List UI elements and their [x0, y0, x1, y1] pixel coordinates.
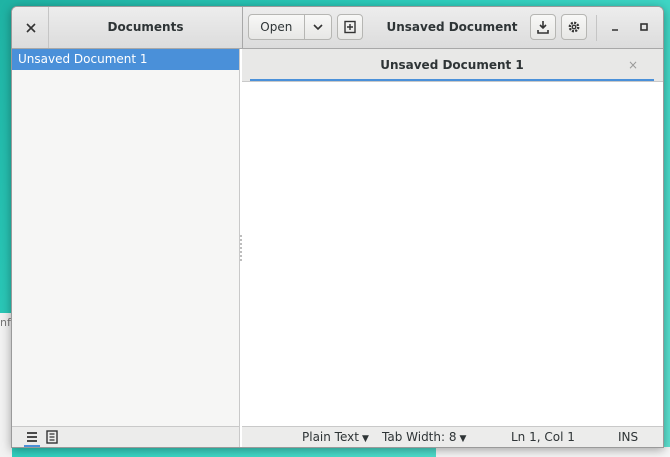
open-button[interactable]: Open — [249, 20, 304, 34]
list-icon — [27, 432, 37, 442]
minimize-icon — [612, 29, 618, 31]
document-preview-icon — [46, 430, 58, 444]
gedit-window: Documents Open Unsaved Document 1 — [11, 6, 664, 448]
sidebar-header: Documents — [12, 7, 243, 48]
new-document-icon — [344, 20, 356, 34]
documents-sidebar: Unsaved Document 1 — [12, 49, 240, 447]
preview-view-button[interactable] — [44, 429, 60, 445]
tab-label: Unsaved Document 1 — [380, 58, 524, 72]
chevron-down-icon: ▼ — [361, 434, 369, 444]
sidebar-title: Documents — [107, 20, 184, 34]
maximize-icon — [640, 23, 648, 31]
sidebar-footer — [12, 426, 239, 447]
headerbar: Documents Open Unsaved Document 1 — [12, 7, 663, 75]
background-text-fragment: nf — [0, 316, 11, 329]
tab-unsaved-document-1[interactable]: Unsaved Document 1 × — [250, 53, 654, 81]
settings-button[interactable] — [561, 14, 587, 40]
close-icon — [26, 23, 36, 33]
new-document-button[interactable] — [337, 14, 363, 40]
open-button-group: Open — [248, 14, 332, 40]
tab-width-label: Tab Width: 8 — [382, 430, 457, 444]
language-label: Plain Text — [302, 430, 359, 444]
insert-mode-indicator: INS — [618, 430, 639, 444]
cursor-position: Ln 1, Col 1 — [511, 430, 575, 444]
save-button[interactable] — [530, 14, 556, 40]
close-sidebar-button[interactable] — [19, 16, 43, 40]
tab-close-icon[interactable]: × — [628, 53, 638, 77]
document-title: Unsaved Document 1 — [386, 20, 518, 75]
language-selector[interactable]: Plain Text ▼ — [302, 427, 369, 447]
chevron-down-icon — [313, 23, 323, 30]
maximize-button[interactable] — [633, 16, 655, 38]
editor-area: Unsaved Document 1 × Plain Text ▼ Tab Wid… — [242, 49, 663, 447]
window-controls-separator — [596, 15, 597, 41]
tab-bar: Unsaved Document 1 × — [242, 49, 663, 82]
save-icon — [537, 21, 549, 34]
list-view-button[interactable] — [24, 429, 40, 447]
minimize-button[interactable] — [604, 16, 626, 38]
gear-icon — [568, 21, 580, 33]
tab-width-selector[interactable]: Tab Width: 8 ▼ — [382, 427, 467, 447]
background-window-right — [436, 447, 670, 457]
open-menu-button[interactable] — [305, 21, 331, 34]
document-list-item[interactable]: Unsaved Document 1 — [12, 49, 239, 70]
text-editor[interactable] — [242, 82, 663, 428]
chevron-down-icon: ▼ — [459, 434, 467, 444]
status-bar: Plain Text ▼ Tab Width: 8 ▼ Ln 1, Col 1 IN… — [242, 426, 663, 447]
